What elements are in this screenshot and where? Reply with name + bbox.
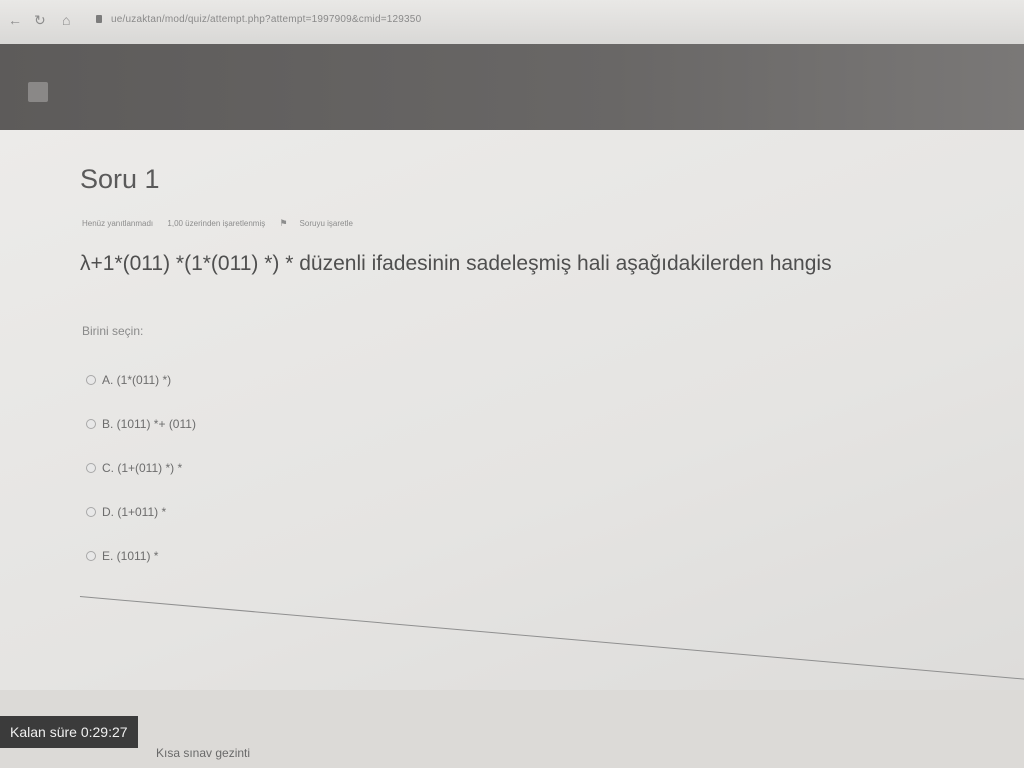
radio-button[interactable]: [86, 507, 96, 517]
question-status: Henüz yanıtlanmadı: [82, 219, 154, 228]
question-card: Soru 1 Henüz yanıtlanmadı 1,00 üzerinden…: [0, 130, 1024, 690]
lock-icon: [96, 15, 102, 23]
radio-button[interactable]: [86, 419, 96, 429]
url-text: ue/uzaktan/mod/quiz/attempt.php?attempt=…: [110, 14, 422, 25]
answer-options: A. (1*(011) *) B. (1011) *+ (011) C. (1+…: [86, 358, 196, 578]
radio-button[interactable]: [86, 375, 96, 385]
reload-icon[interactable]: ↻: [34, 12, 46, 29]
question-text: λ+1*(011) *(1*(011) *) * düzenli ifadesi…: [80, 252, 832, 275]
question-title: Soru 1: [80, 164, 160, 194]
option-label: D. (1+011) *: [102, 505, 167, 519]
question-info: Henüz yanıtlanmadı 1,00 üzerinden işaret…: [82, 218, 377, 229]
radio-button[interactable]: [86, 463, 96, 473]
site-header: [0, 44, 1024, 130]
time-remaining: Kalan süre 0:29:27: [0, 716, 138, 748]
quiz-navigation-link[interactable]: Kısa sınav gezinti: [156, 746, 250, 760]
option-label: E. (1011) *: [102, 549, 159, 563]
flag-icon: ⚑: [279, 218, 288, 228]
answer-option-d[interactable]: D. (1+011) *: [86, 490, 196, 534]
option-label: B. (1011) *+ (011): [102, 417, 196, 431]
address-bar[interactable]: ue/uzaktan/mod/quiz/attempt.php?attempt=…: [96, 14, 421, 25]
flag-question-button[interactable]: ⚑ Soruyu işaretle: [279, 218, 364, 228]
answer-option-e[interactable]: E. (1011) *: [86, 534, 196, 578]
answer-option-a[interactable]: A. (1*(011) *): [86, 358, 196, 402]
question-points: 1,00 üzerinden işaretlenmiş: [167, 219, 266, 228]
browser-toolbar: ← ↻ ⌂ ue/uzaktan/mod/quiz/attempt.php?at…: [0, 0, 1024, 44]
radio-button[interactable]: [86, 551, 96, 561]
site-logo[interactable]: [28, 82, 48, 102]
divider: [79, 596, 1024, 680]
answer-option-c[interactable]: C. (1+(011) *) *: [86, 446, 196, 490]
option-label: C. (1+(011) *) *: [102, 461, 183, 475]
answer-prompt: Birini seçin:: [82, 324, 144, 338]
option-label: A. (1*(011) *): [102, 373, 172, 387]
home-icon[interactable]: ⌂: [62, 12, 70, 28]
arrow-left-icon[interactable]: ←: [8, 12, 22, 28]
answer-option-b[interactable]: B. (1011) *+ (011): [86, 402, 196, 446]
